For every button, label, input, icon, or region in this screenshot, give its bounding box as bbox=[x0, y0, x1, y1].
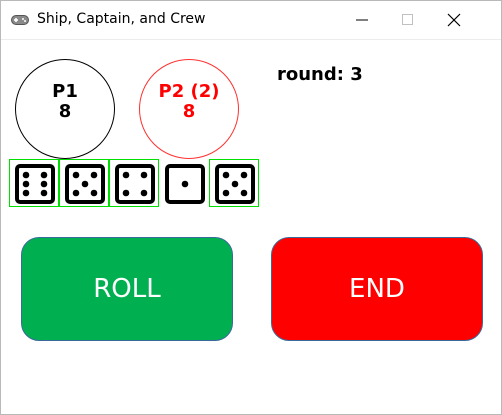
die-pip bbox=[240, 189, 248, 197]
die-pip bbox=[181, 180, 189, 188]
die-pip bbox=[90, 171, 98, 179]
die-face-icon bbox=[165, 164, 205, 204]
die-5[interactable] bbox=[209, 159, 259, 207]
die-pip bbox=[72, 171, 80, 179]
player-1-token: P1 8 bbox=[15, 59, 115, 159]
player-2-name: P2 (2) bbox=[158, 81, 220, 102]
maximize-icon bbox=[402, 14, 413, 25]
title-bar[interactable]: Ship, Captain, and Crew bbox=[1, 1, 501, 40]
die-pip bbox=[240, 171, 248, 179]
app-window: Ship, Captain, and Crew P1 8 P2 (2) 8 ro… bbox=[0, 0, 502, 415]
die-4[interactable] bbox=[159, 159, 209, 207]
minimize-icon bbox=[356, 19, 368, 21]
close-button[interactable] bbox=[431, 1, 477, 39]
roll-button[interactable]: ROLL bbox=[21, 237, 233, 341]
die-face-icon bbox=[15, 164, 55, 204]
player-1-name: P1 bbox=[52, 81, 78, 102]
window-title: Ship, Captain, and Crew bbox=[37, 11, 206, 27]
round-indicator: round: 3 bbox=[277, 64, 363, 85]
die-1[interactable] bbox=[9, 159, 59, 207]
close-icon bbox=[447, 13, 461, 27]
die-2[interactable] bbox=[59, 159, 109, 207]
end-button[interactable]: END bbox=[271, 237, 483, 341]
maximize-button[interactable] bbox=[385, 1, 431, 39]
die-pip bbox=[22, 189, 30, 197]
gamepad-icon bbox=[11, 13, 29, 25]
player-2-score: 8 bbox=[182, 101, 196, 122]
die-face-icon bbox=[65, 164, 105, 204]
minimize-button[interactable] bbox=[339, 1, 385, 39]
die-pip bbox=[72, 189, 80, 197]
die-pip bbox=[40, 171, 48, 179]
die-pip bbox=[22, 180, 30, 188]
player-2-token: P2 (2) 8 bbox=[139, 59, 239, 159]
player-1-score: 8 bbox=[58, 101, 72, 122]
die-pip bbox=[40, 180, 48, 188]
die-face-icon bbox=[115, 164, 155, 204]
die-pip bbox=[122, 171, 130, 179]
die-pip bbox=[222, 189, 230, 197]
die-pip bbox=[40, 189, 48, 197]
die-face-icon bbox=[215, 164, 255, 204]
die-pip bbox=[140, 189, 148, 197]
die-pip bbox=[222, 171, 230, 179]
die-pip bbox=[140, 171, 148, 179]
die-pip bbox=[231, 180, 239, 188]
die-pip bbox=[22, 171, 30, 179]
die-pip bbox=[81, 180, 89, 188]
die-pip bbox=[122, 189, 130, 197]
die-pip bbox=[90, 189, 98, 197]
die-3[interactable] bbox=[109, 159, 159, 207]
